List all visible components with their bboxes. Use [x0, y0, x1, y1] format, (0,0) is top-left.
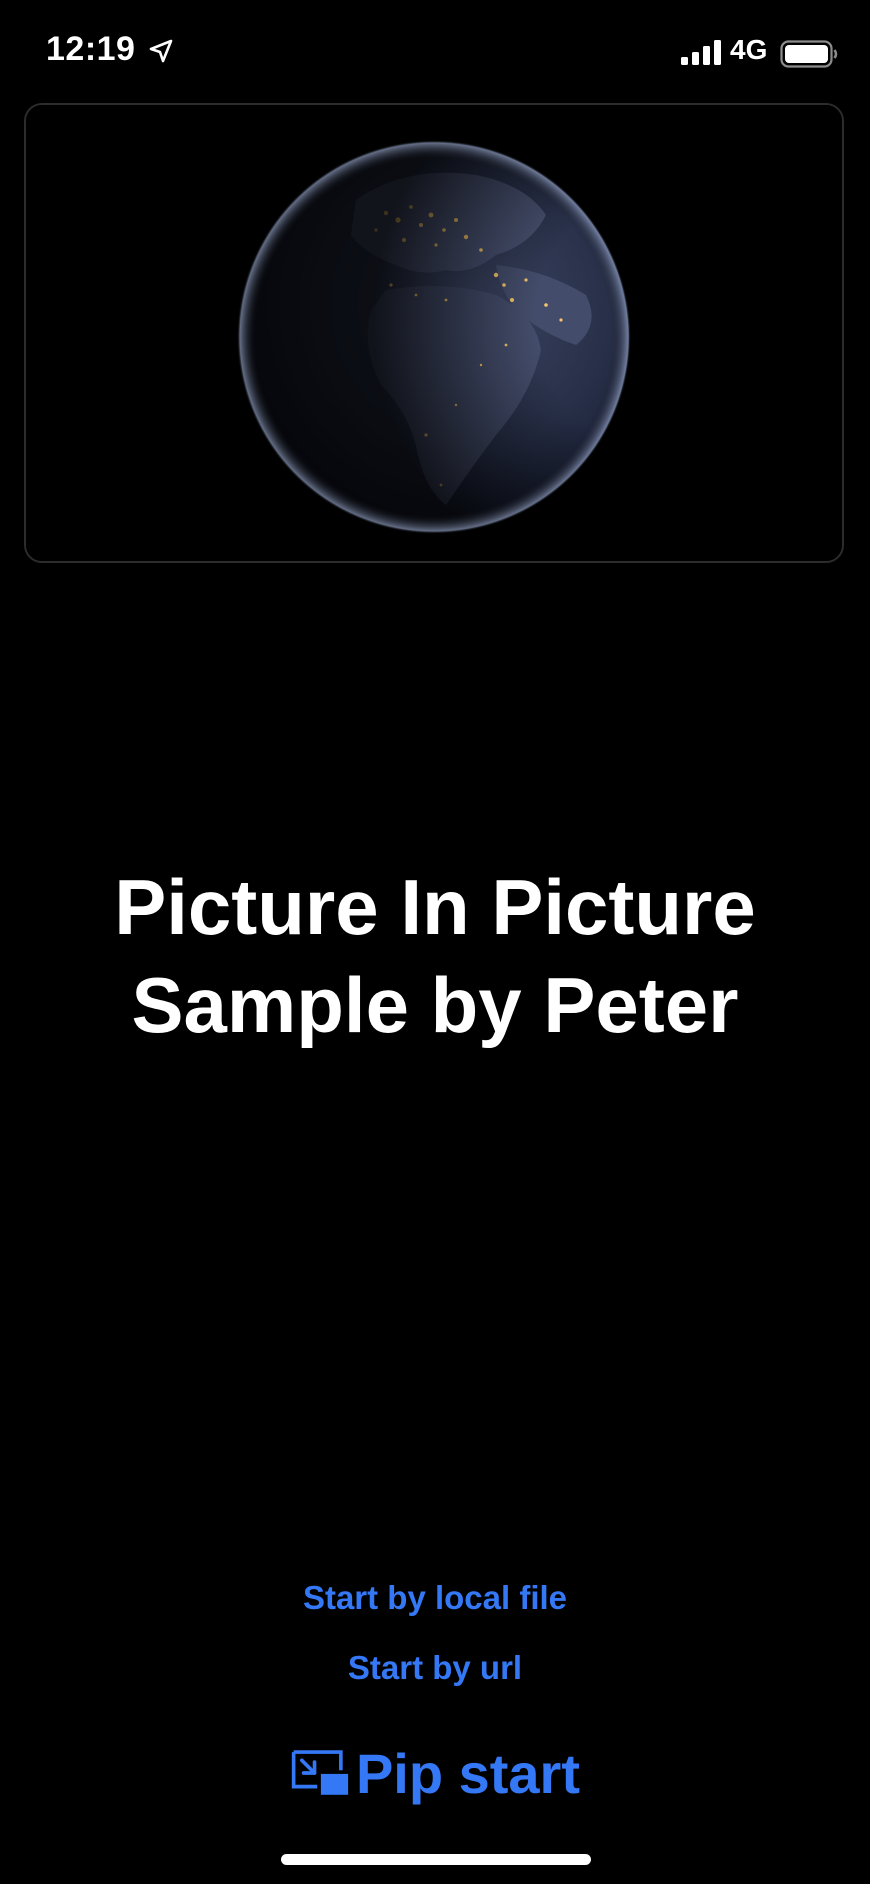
- signal-bars-icon: [681, 40, 721, 65]
- earth-globe-image: [26, 105, 842, 561]
- network-type: 4G: [730, 34, 768, 65]
- title-line-2: Sample by Peter: [131, 961, 739, 1049]
- title-line-1: Picture In Picture: [114, 863, 756, 951]
- pip-start-button[interactable]: Pip start: [290, 1740, 580, 1806]
- status-bar: 12:19 4G: [0, 0, 870, 100]
- pip-enter-icon: [291, 1750, 349, 1795]
- home-indicator[interactable]: [281, 1854, 591, 1865]
- page-title: Picture In Picture Sample by Peter: [0, 858, 870, 1054]
- pip-start-label: Pip start: [355, 1741, 580, 1805]
- status-time: 12:19: [46, 30, 136, 68]
- video-player[interactable]: [24, 103, 844, 563]
- start-url-button[interactable]: Start by url: [0, 1646, 870, 1690]
- battery-full-icon: [780, 40, 838, 68]
- location-arrow-icon: [149, 39, 173, 63]
- start-local-file-button[interactable]: Start by local file: [0, 1576, 870, 1620]
